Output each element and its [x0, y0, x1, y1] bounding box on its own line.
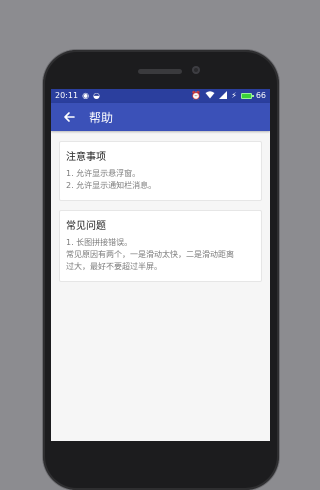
cloud-icon: ◒: [93, 91, 101, 100]
faq-line-3: 过大，最好不要超过半屏。: [66, 262, 162, 271]
faq-card-title: 常见问题: [66, 221, 106, 232]
notice-card: 注意事项 1. 允许显示悬浮窗。 2. 允许显示通知栏消息。: [59, 141, 262, 201]
weibo-icon: ◉: [82, 91, 90, 100]
phone-screen: 20:11 ◉ ◒ ⏰ ⚡ 66 帮助 注意事项 1. 允许显示悬浮窗。 2. …: [51, 89, 270, 441]
faq-line-2: 常见原因有两个，一是滑动太快，二是滑动距离: [66, 250, 234, 259]
battery-icon: [240, 93, 254, 99]
status-bar: 20:11 ◉ ◒ ⏰ ⚡ 66: [51, 89, 270, 103]
back-arrow-icon[interactable]: [59, 107, 79, 127]
notice-line-1: 1. 允许显示悬浮窗。: [66, 169, 141, 178]
phone-camera: [192, 66, 200, 74]
phone-speaker: [138, 69, 182, 74]
app-bar: 帮助: [51, 103, 270, 131]
status-time: 20:11: [55, 91, 79, 100]
wifi-icon: [205, 91, 215, 101]
notice-line-2: 2. 允许显示通知栏消息。: [66, 181, 157, 190]
help-content: 注意事项 1. 允许显示悬浮窗。 2. 允许显示通知栏消息。 常见问题 1. 长…: [51, 131, 270, 301]
notice-card-title: 注意事项: [66, 152, 106, 163]
battery-level: 66: [255, 91, 266, 100]
faq-card: 常见问题 1. 长图拼接错误。 常见原因有两个，一是滑动太快，二是滑动距离 过大…: [59, 210, 262, 282]
page-title: 帮助: [89, 110, 114, 125]
charging-icon: ⚡: [231, 91, 237, 100]
faq-line-1: 1. 长图拼接错误。: [66, 238, 133, 247]
signal-icon: [219, 91, 228, 101]
alarm-icon: ⏰: [191, 91, 202, 100]
